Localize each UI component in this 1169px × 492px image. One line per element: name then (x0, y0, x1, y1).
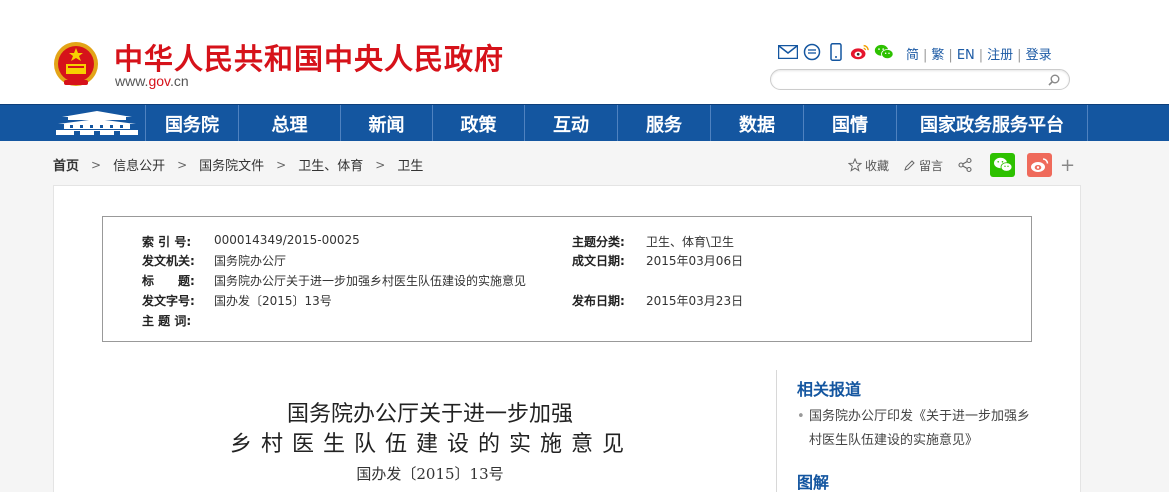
title-label: 标 题: (142, 274, 195, 288)
article-doc-number: 国办发〔2015〕13号 (356, 465, 504, 483)
article-title-line2: 乡村医生队伍建设的实施意见 (230, 432, 634, 457)
chevron-right-icon: > (177, 157, 188, 172)
mobile-icon[interactable] (826, 43, 846, 61)
nav-item-national-profile[interactable]: 国情 (804, 105, 897, 142)
nav-item-state-council[interactable]: 国务院 (145, 105, 239, 142)
lang-english-link[interactable]: EN (957, 48, 975, 63)
related-report-link[interactable]: 国务院办公厅印发《关于进一步加强乡村医生队伍建设的实施意见》 (797, 405, 1037, 453)
login-link[interactable]: 登录 (1026, 48, 1052, 63)
nav-item-data[interactable]: 数据 (711, 105, 804, 142)
nav-item-gov-service-platform[interactable]: 国家政务服务平台 (897, 105, 1088, 142)
article-tools: 收藏 留言 + (848, 153, 1075, 177)
breadcrumb-state-council-docs[interactable]: 国务院文件 (199, 155, 264, 174)
nav-item-services[interactable]: 服务 (618, 105, 711, 142)
main-nav: 国务院 总理 新闻 政策 互动 服务 数据 国情 国家政务服务平台 (0, 104, 1169, 142)
index-number-value: 000014349/2015-00025 (214, 233, 360, 247)
pencil-icon (904, 159, 915, 171)
tiananmen-logo-icon[interactable] (52, 108, 142, 138)
issuer-value: 国务院办公厅 (214, 254, 287, 268)
share-icon (958, 157, 972, 173)
nav-item-news[interactable]: 新闻 (341, 105, 433, 142)
index-number-label: 索 引 号: (142, 235, 192, 249)
published-date-label: 发布日期: (572, 294, 625, 308)
mail-icon[interactable] (778, 43, 798, 61)
chevron-right-icon: > (91, 157, 102, 172)
related-report-item[interactable]: • 国务院办公厅印发《关于进一步加强乡村医生队伍建设的实施意见》 (797, 405, 1037, 453)
issuer-label: 发文机关: (142, 254, 195, 268)
title-value: 国务院办公厅关于进一步加强乡村医生队伍建设的实施意见 (214, 274, 527, 288)
doc-number-value: 国办发〔2015〕13号 (214, 294, 332, 308)
comment-button[interactable]: 留言 (903, 157, 943, 174)
doc-number-label: 发文字号: (142, 294, 195, 308)
keywords-label: 主 题 词: (142, 314, 192, 328)
breadcrumb: 首页 > 信息公开 > 国务院文件 > 卫生、体育 > 卫生 (53, 155, 423, 175)
category-value: 卫生、体育\卫生 (646, 235, 735, 249)
article-title-line1: 国务院办公厅关于进一步加强 (286, 402, 573, 427)
lang-links: 简 | 繁 | EN | 注册 | 登录 (906, 48, 1052, 63)
search-input[interactable] (781, 72, 1041, 87)
breadcrumb-bar: 首页 > 信息公开 > 国务院文件 > 卫生、体育 > 卫生 收藏 留言 + (0, 141, 1169, 185)
lang-traditional-link[interactable]: 繁 (931, 48, 944, 63)
message-icon[interactable] (802, 43, 822, 61)
related-reports-title: 相关报道 (797, 380, 862, 399)
column-divider (776, 370, 777, 492)
domain-main: gov (148, 73, 170, 89)
site-header: 中华人民共和国中央人民政府 www.gov.cn 简 | 繁 | EN | 注册 | 登录 (0, 0, 1169, 104)
breadcrumb-health[interactable]: 卫生 (397, 155, 423, 174)
nav-item-premier[interactable]: 总理 (239, 105, 341, 142)
breadcrumb-info-public[interactable]: 信息公开 (113, 155, 165, 174)
site-title[interactable]: 中华人民共和国中央人民政府 (114, 36, 504, 78)
nav-item-policy[interactable]: 政策 (433, 105, 525, 142)
favorite-button[interactable]: 收藏 (848, 157, 889, 174)
share-wechat-button[interactable] (990, 153, 1016, 177)
search-box (770, 69, 1070, 90)
bullet-icon: • (797, 409, 805, 424)
weibo-icon[interactable] (850, 43, 870, 61)
document-info-box: 索 引 号: 000014349/2015-00025 发文机关: 国务院办公厅… (102, 216, 1032, 342)
nav-items: 国务院 总理 新闻 政策 互动 服务 数据 国情 国家政务服务平台 (145, 105, 1088, 142)
domain-prefix: www. (115, 73, 149, 89)
national-emblem-icon (54, 42, 98, 86)
created-date-label: 成文日期: (572, 254, 625, 268)
wechat-icon[interactable] (874, 43, 894, 61)
more-share-icon[interactable]: + (1060, 155, 1075, 176)
comment-label: 留言 (919, 158, 944, 173)
nav-item-interaction[interactable]: 互动 (525, 105, 618, 142)
published-date-value: 2015年03月23日 (646, 294, 744, 308)
wechat-icon (993, 157, 1012, 172)
chevron-right-icon: > (375, 157, 386, 172)
share-button[interactable] (957, 157, 976, 173)
domain-suffix: .cn (170, 73, 189, 89)
chevron-right-icon: > (276, 157, 287, 172)
breadcrumb-home[interactable]: 首页 (53, 155, 79, 174)
category-label: 主题分类: (572, 235, 625, 249)
lang-simplified-link[interactable]: 简 (906, 48, 919, 63)
register-link[interactable]: 注册 (987, 48, 1013, 63)
created-date-value: 2015年03月06日 (646, 254, 744, 268)
share-weibo-button[interactable] (1027, 153, 1053, 177)
breadcrumb-health-sports[interactable]: 卫生、体育 (298, 155, 363, 174)
weibo-icon (1030, 158, 1048, 172)
top-icons (778, 42, 898, 62)
favorite-label: 收藏 (865, 158, 890, 173)
site-domain: www.gov.cn (115, 73, 189, 89)
star-icon (848, 158, 862, 172)
graphics-title: 图解 (797, 473, 830, 492)
search-icon[interactable] (1047, 73, 1061, 87)
